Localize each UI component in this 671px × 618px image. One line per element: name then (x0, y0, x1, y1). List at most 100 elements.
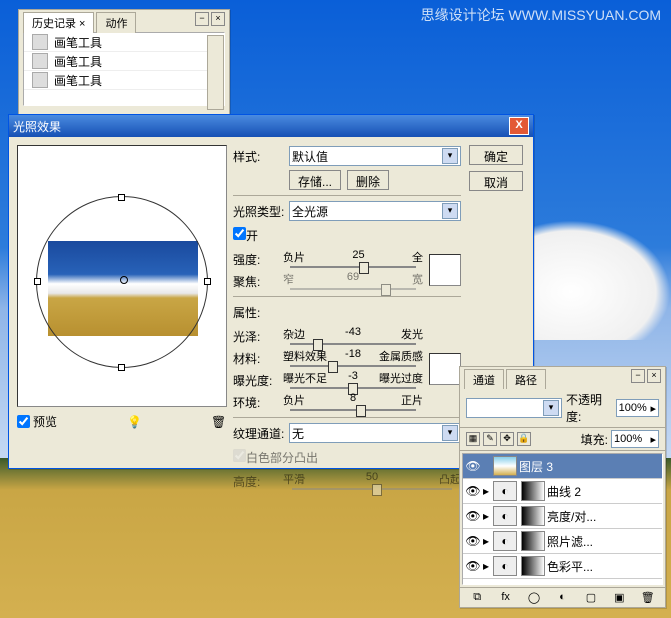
handle[interactable] (204, 278, 211, 285)
texture-combo[interactable]: 无▾ (289, 423, 461, 443)
adj-icon: ◐ (493, 556, 517, 576)
height-label: 高度: (233, 473, 283, 490)
tab-history[interactable]: 历史记录 × (23, 12, 94, 33)
ok-button[interactable]: 确定 (469, 145, 523, 165)
height-slider: 平滑50凸起 (283, 471, 461, 491)
focus-label: 聚焦: (233, 273, 283, 290)
handle[interactable] (118, 364, 125, 371)
lightbulb-icon[interactable]: 💡 (127, 415, 141, 429)
chevron-down-icon: ▾ (442, 203, 458, 219)
close-button[interactable]: X (509, 117, 529, 135)
trash-icon[interactable]: 🗑 (211, 415, 225, 429)
mask-thumb (521, 481, 545, 501)
trash-icon[interactable]: 🗑 (641, 591, 655, 605)
white-high-checkbox: 白色部分凸出 (233, 449, 318, 466)
mask-thumb (521, 531, 545, 551)
history-panel: −× 历史记录 × 动作 画笔工具 画笔工具 画笔工具 (18, 9, 230, 116)
folder-icon[interactable]: ▢ (584, 591, 598, 605)
layer-row[interactable]: 👁▸◐亮度/对... (463, 504, 662, 529)
history-item[interactable]: 画笔工具 (24, 33, 224, 52)
focus-slider: 窄69宽 (283, 271, 423, 291)
history-item[interactable]: 画笔工具 (24, 71, 224, 90)
dialog-title: 光照效果 (13, 118, 61, 135)
visibility-icon[interactable]: 👁 (463, 559, 483, 573)
layer-thumb (493, 456, 517, 476)
mask-thumb (521, 556, 545, 576)
cancel-button[interactable]: 取消 (469, 171, 523, 191)
lock-all-icon[interactable]: 🔒 (517, 432, 531, 446)
exposure-slider[interactable]: 曝光不足-3曝光过度 (283, 370, 423, 390)
layers-panel: −× 通道 路径 ▾ 不透明度: 100%▸ ▦ ✎ ✥ 🔒 填充: 100%▸… (459, 366, 666, 608)
scrollbar[interactable] (207, 35, 224, 110)
layer-row[interactable]: 👁▸◐曲线 2 (463, 479, 662, 504)
layer-row[interactable]: 👁▸◐色彩平... (463, 554, 662, 579)
brush-icon (32, 72, 48, 88)
preview-canvas[interactable] (17, 145, 227, 407)
adj-icon: ◐ (493, 531, 517, 551)
close-icon[interactable]: × (211, 12, 225, 26)
intensity-label: 强度: (233, 251, 283, 268)
handle[interactable] (118, 194, 125, 201)
light-color-swatch[interactable] (429, 254, 461, 286)
chevron-down-icon: ▾ (442, 425, 458, 441)
lighting-effects-dialog: 光照效果 X 预览 💡 🗑 样式: 默认值▾ (8, 114, 534, 469)
history-item[interactable]: 画笔工具 (24, 52, 224, 71)
history-list: 画笔工具 画笔工具 画笔工具 (23, 32, 225, 106)
visibility-icon[interactable]: 👁 (463, 459, 483, 473)
intensity-slider[interactable]: 负片25全 (283, 249, 423, 269)
layer-list: 👁图层 3 👁▸◐曲线 2 👁▸◐亮度/对... 👁▸◐照片滤... 👁▸◐色彩… (462, 453, 663, 585)
visibility-icon[interactable]: 👁 (463, 534, 483, 548)
gloss-slider[interactable]: 杂边-43发光 (283, 326, 423, 346)
adj-icon: ◐ (493, 506, 517, 526)
tab-channels[interactable]: 通道 (464, 369, 504, 389)
chevron-down-icon: ▾ (543, 400, 559, 416)
lock-paint-icon[interactable]: ✎ (483, 432, 497, 446)
lock-move-icon[interactable]: ✥ (500, 432, 514, 446)
save-button[interactable]: 存储... (289, 170, 341, 190)
opacity-input[interactable]: 100%▸ (616, 399, 659, 417)
style-combo[interactable]: 默认值▾ (289, 146, 461, 166)
adj-icon: ◐ (493, 481, 517, 501)
blend-mode-combo[interactable]: ▾ (466, 398, 562, 418)
light-type-label: 光照类型: (233, 203, 289, 220)
ambient-color-swatch[interactable] (429, 353, 461, 385)
exposure-label: 曝光度: (233, 372, 283, 389)
preview-checkbox[interactable]: 预览 (17, 413, 57, 430)
minimize-icon[interactable]: − (195, 12, 209, 26)
layer-toolbar: ⧉ fx ◯ ◐ ▢ ▣ 🗑 (460, 587, 665, 608)
titlebar[interactable]: 光照效果 X (9, 115, 533, 137)
fill-label: 填充: (581, 431, 608, 448)
watermark: 思缘设计论坛 WWW.MISSYUAN.COM (421, 5, 661, 25)
brush-icon (32, 34, 48, 50)
tab-paths[interactable]: 路径 (506, 369, 546, 389)
ambience-slider[interactable]: 负片8正片 (283, 392, 423, 412)
visibility-icon[interactable]: 👁 (463, 484, 483, 498)
link-icon[interactable]: ⧉ (470, 591, 484, 605)
on-checkbox[interactable]: 开 (233, 227, 258, 244)
light-center[interactable] (120, 276, 128, 284)
visibility-icon[interactable]: 👁 (463, 509, 483, 523)
ambience-label: 环境: (233, 394, 283, 411)
minimize-icon[interactable]: − (631, 369, 645, 383)
opacity-label: 不透明度: (566, 391, 612, 425)
texture-label: 纹理通道: (233, 425, 289, 442)
layer-row[interactable]: 👁▸◐照片滤... (463, 529, 662, 554)
fill-input[interactable]: 100%▸ (611, 430, 659, 448)
style-label: 样式: (233, 148, 289, 165)
adjustment-icon[interactable]: ◐ (555, 591, 569, 605)
layer-row[interactable]: 👁图层 3 (463, 454, 662, 479)
chevron-down-icon: ▾ (442, 148, 458, 164)
light-type-combo[interactable]: 全光源▾ (289, 201, 461, 221)
close-icon[interactable]: × (647, 369, 661, 383)
fx-icon[interactable]: fx (499, 591, 513, 605)
tab-actions[interactable]: 动作 (96, 12, 136, 33)
material-slider[interactable]: 塑料效果-18金属质感 (283, 348, 423, 368)
handle[interactable] (34, 278, 41, 285)
properties-label: 属性: (233, 304, 289, 321)
mask-icon[interactable]: ◯ (527, 591, 541, 605)
lock-pixels-icon[interactable]: ▦ (466, 432, 480, 446)
mask-thumb (521, 506, 545, 526)
delete-button[interactable]: 删除 (347, 170, 389, 190)
material-label: 材料: (233, 350, 283, 367)
new-layer-icon[interactable]: ▣ (612, 591, 626, 605)
